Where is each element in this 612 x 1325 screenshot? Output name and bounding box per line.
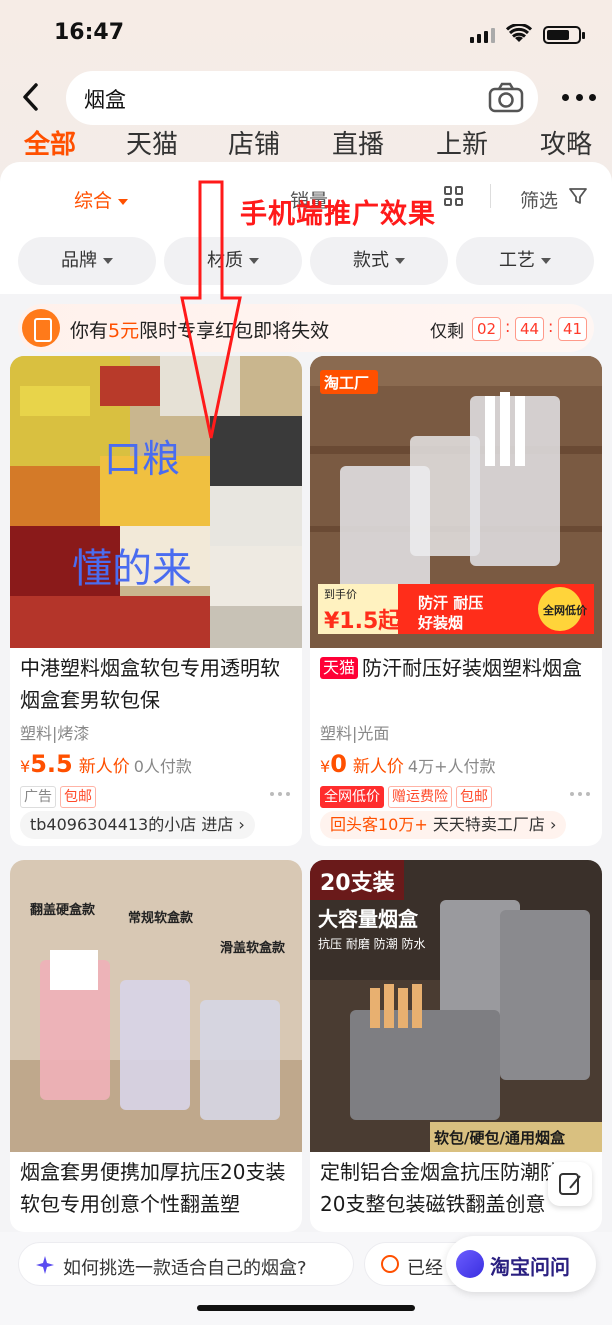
annotation-title: 手机端推广效果 — [240, 199, 436, 230]
caret-down-icon — [103, 258, 113, 264]
wifi-icon — [506, 24, 532, 42]
svg-text:好装烟: 好装烟 — [417, 614, 463, 632]
battery-icon — [543, 26, 585, 44]
product-image: 20支装 大容量烟盒 抗压 耐磨 防潮 防水 软包/硬包/通用烟盒 — [310, 860, 602, 1152]
tag-shipping-insurance: 赠运费险 — [388, 786, 452, 808]
product-price: ¥5.5 新人价 0人付款 — [20, 750, 192, 778]
tab-guides[interactable]: 攻略 — [540, 124, 592, 161]
tag-free-shipping: 包邮 — [456, 786, 492, 808]
countdown-hours: 02 — [472, 317, 502, 341]
coupon-remain-label: 仅剩 — [430, 322, 464, 342]
svg-text:软包/硬包/通用烟盒: 软包/硬包/通用烟盒 — [434, 1129, 566, 1147]
search-input[interactable]: 烟盒 — [66, 71, 538, 125]
signal-icon — [470, 28, 495, 43]
svg-text:翻盖硬盒款: 翻盖硬盒款 — [30, 902, 96, 918]
taobao-ask-logo-icon — [456, 1250, 484, 1278]
ai-question-chip[interactable]: 如何挑选一款适合自己的烟盒? — [18, 1242, 354, 1286]
chip-style[interactable]: 款式 — [310, 237, 448, 285]
product-card[interactable]: 口粮 懂的来 中港塑料烟盒软包专用透明软烟盒套男软包保 塑料|烤漆 ¥5.5 新人… — [10, 356, 302, 846]
tag-ad: 广告 — [20, 786, 56, 808]
sparkle-icon — [36, 1256, 54, 1274]
svg-text:大容量烟盒: 大容量烟盒 — [318, 907, 419, 931]
search-query: 烟盒 — [84, 88, 126, 112]
countdown-sep: : — [505, 317, 511, 336]
coupon-banner[interactable]: 你有5元限时专享红包即将失效 仅剩 02 : 44 : 41 — [18, 304, 594, 352]
product-attrs: 塑料|光面 — [320, 724, 390, 743]
filter-button[interactable]: 筛选 — [520, 186, 558, 213]
more-icon[interactable] — [270, 792, 290, 796]
chip-brand[interactable]: 品牌 — [18, 237, 156, 285]
product-title: 天猫 防汗耐压好装烟塑料烟盒 — [320, 652, 592, 684]
svg-text:¥1.5起: ¥1.5起 — [324, 609, 401, 634]
more-icon[interactable] — [570, 792, 590, 796]
grid-view-icon[interactable] — [444, 186, 464, 206]
sort-comprehensive[interactable]: 综合 — [74, 186, 129, 213]
caret-down-icon — [395, 258, 405, 264]
product-attrs: 塑料|烤漆 — [20, 724, 90, 743]
countdown-sep: : — [548, 317, 554, 336]
status-bar: 16:47 — [0, 18, 612, 54]
svg-text:20支装: 20支装 — [320, 871, 395, 896]
tab-shops[interactable]: 店铺 — [228, 124, 280, 161]
home-indicator — [197, 1305, 415, 1311]
edit-icon — [559, 1173, 581, 1195]
countdown-seconds: 41 — [558, 317, 588, 341]
tab-all[interactable]: 全部 — [24, 124, 76, 161]
caret-down-icon — [249, 258, 259, 264]
tab-new[interactable]: 上新 — [436, 124, 488, 161]
product-tags: 全网低价 赠运费险 包邮 — [320, 786, 492, 808]
svg-text:抗压 耐磨 防潮 防水: 抗压 耐磨 防潮 防水 — [318, 936, 425, 951]
camera-icon[interactable] — [488, 82, 524, 114]
red-packet-icon — [22, 309, 60, 347]
shop-link[interactable]: 回头客10万+ 天天特卖工厂店 › — [320, 811, 567, 839]
feedback-button[interactable] — [548, 1162, 592, 1206]
product-tags: 广告 包邮 — [20, 786, 96, 808]
status-time: 16:47 — [54, 20, 125, 45]
product-card[interactable]: 翻盖硬盒款 常规软盒款 滑盖软盒款 烟盒套男便携加厚抗压20支装软包专用创意个性… — [10, 860, 302, 1232]
product-title: 中港塑料烟盒软包专用透明软烟盒套男软包保 — [20, 656, 280, 712]
down-arrow-icon — [180, 180, 242, 439]
tab-live[interactable]: 直播 — [332, 124, 384, 161]
taobao-ask-button[interactable]: 淘宝问问 — [446, 1236, 596, 1292]
caret-down-icon — [118, 198, 129, 205]
product-card[interactable]: 淘工厂 到手价 ¥1.5起 防汗 耐压 好装烟 全网低价 天猫 防汗耐压好装烟塑料… — [310, 356, 602, 846]
svg-text:常规软盒款: 常规软盒款 — [128, 910, 194, 926]
top-tabs: 全部 天猫 店铺 直播 上新 攻略 — [0, 118, 612, 162]
product-image: 翻盖硬盒款 常规软盒款 滑盖软盒款 — [10, 860, 302, 1152]
product-image: 淘工厂 到手价 ¥1.5起 防汗 耐压 好装烟 全网低价 — [310, 356, 602, 648]
overlay-text-1: 口粮 — [104, 437, 180, 481]
search-icon — [381, 1255, 399, 1273]
svg-text:淘工厂: 淘工厂 — [323, 374, 369, 392]
tag-free-shipping: 包邮 — [60, 786, 96, 808]
svg-text:到手价: 到手价 — [324, 587, 357, 601]
chip-craft[interactable]: 工艺 — [456, 237, 594, 285]
back-arrow-icon[interactable] — [18, 80, 46, 114]
svg-text:防汗 耐压: 防汗 耐压 — [418, 594, 483, 612]
more-options-icon[interactable] — [562, 94, 596, 102]
product-price: ¥0 新人价 4万+人付款 — [320, 750, 496, 778]
tag-lowest-price: 全网低价 — [320, 786, 384, 808]
product-title: 烟盒套男便携加厚抗压20支装软包专用创意个性翻盖塑 — [20, 1160, 286, 1216]
divider — [490, 184, 491, 208]
countdown-minutes: 44 — [515, 317, 545, 341]
overlay-text-2: 懂的来 — [72, 546, 192, 592]
svg-text:滑盖软盒款: 滑盖软盒款 — [220, 940, 286, 956]
funnel-icon[interactable] — [568, 186, 588, 206]
tab-tmall[interactable]: 天猫 — [126, 124, 178, 161]
caret-down-icon — [541, 258, 551, 264]
svg-text:全网低价: 全网低价 — [542, 603, 588, 617]
product-image: 口粮 懂的来 — [10, 356, 302, 648]
shop-link[interactable]: tb4096304413的小店 进店 › — [20, 811, 255, 839]
tmall-badge: 天猫 — [320, 657, 359, 679]
